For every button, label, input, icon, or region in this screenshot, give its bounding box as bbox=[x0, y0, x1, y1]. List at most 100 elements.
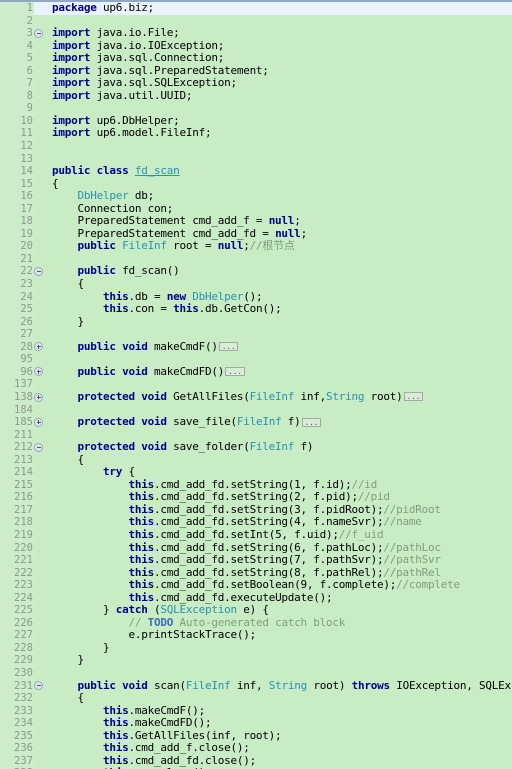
collapsed-code-placeholder[interactable]: ... bbox=[301, 417, 322, 427]
token-kw: null bbox=[268, 215, 295, 228]
code-text: protected void save_file(FileInf f)... bbox=[48, 416, 512, 429]
line-number: 222 bbox=[0, 566, 34, 580]
plus-circle-icon[interactable] bbox=[34, 367, 43, 377]
code-line[interactable]: 236 this.cmd_add_f.close(); bbox=[0, 742, 512, 755]
code-line[interactable]: 224 this.cmd_add_fd.executeUpdate(); bbox=[0, 591, 512, 605]
code-line[interactable]: 12 bbox=[0, 140, 512, 153]
code-text: this.cmd_add_fd.setString(6, f.pathLoc);… bbox=[48, 542, 512, 555]
token-kw: this bbox=[128, 516, 154, 529]
code-line[interactable]: 27 bbox=[0, 328, 512, 341]
code-line[interactable]: 137 bbox=[0, 378, 512, 391]
code-text: { bbox=[48, 278, 512, 291]
code-line[interactable]: 16 DbHelper db; bbox=[0, 190, 512, 203]
code-line[interactable]: 221 this.cmd_add_fd.setString(7, f.pathS… bbox=[0, 554, 512, 567]
token-kw: this bbox=[128, 554, 154, 567]
code-line[interactable]: 230 bbox=[0, 666, 512, 680]
code-line[interactable]: 6 import java.sql.PreparedStatement; bbox=[0, 64, 512, 78]
plus-circle-icon[interactable] bbox=[34, 392, 43, 402]
token-cmt: //f_uid bbox=[338, 528, 384, 541]
line-number: 236 bbox=[0, 742, 34, 755]
code-line[interactable]: 213 { bbox=[0, 453, 512, 467]
code-line[interactable]: 9 bbox=[0, 102, 512, 115]
code-line[interactable]: 231 public void scan(FileInf inf, String… bbox=[0, 679, 512, 693]
code-line[interactable]: 211 bbox=[0, 428, 512, 442]
token-pl: .cmd_add_fd.setString(1, f.id); bbox=[153, 478, 352, 491]
code-line[interactable]: 17 Connection con; bbox=[0, 202, 512, 216]
code-line[interactable]: 3 import java.io.File; bbox=[0, 27, 512, 40]
code-line[interactable]: 212 protected void save_folder(FileInf f… bbox=[0, 441, 512, 454]
code-line[interactable]: 235 this.GetAllFiles(inf, root); bbox=[0, 729, 512, 743]
code-line[interactable]: 25 this.con = this.db.GetCon(); bbox=[0, 303, 512, 316]
token-pl: .cmd_add_fd.setBoolean(9, f.complete); bbox=[153, 579, 397, 592]
code-line[interactable]: 23 { bbox=[0, 278, 512, 291]
minus-circle-icon[interactable] bbox=[34, 267, 43, 277]
code-line[interactable]: 95 bbox=[0, 353, 512, 366]
code-line[interactable]: 11 import up6.model.FileInf; bbox=[0, 127, 512, 141]
token-kw: this bbox=[102, 704, 129, 717]
code-text: import java.sql.SQLException; bbox=[48, 77, 512, 90]
minus-circle-icon[interactable] bbox=[34, 28, 43, 38]
code-line[interactable]: 185 protected void save_file(FileInf f).… bbox=[0, 416, 512, 429]
line-number: 20 bbox=[0, 240, 34, 253]
plus-circle-icon[interactable] bbox=[34, 342, 43, 352]
code-line[interactable]: 8 import java.util.UUID; bbox=[0, 89, 512, 103]
code-text: PreparedStatement cmd_add_f = null; bbox=[48, 215, 512, 228]
code-line[interactable]: 15 { bbox=[0, 177, 512, 191]
collapsed-code-placeholder[interactable]: ... bbox=[225, 367, 245, 377]
code-line[interactable]: 216 this.cmd_add_fd.setString(2, f.pid);… bbox=[0, 491, 512, 504]
line-number: 223 bbox=[0, 579, 34, 592]
code-line[interactable]: 24 this.db = new DbHelper(); bbox=[0, 290, 512, 304]
code-line[interactable]: 20 public FileInf root = null;//根节点 bbox=[0, 240, 512, 253]
code-line[interactable]: 215 this.cmd_add_fd.setString(1, f.id);/… bbox=[0, 478, 512, 492]
code-line[interactable]: 5 import java.sql.Connection; bbox=[0, 52, 512, 65]
code-line[interactable]: 4 import java.io.IOException; bbox=[0, 39, 512, 53]
code-line[interactable]: 7 import java.sql.SQLException; bbox=[0, 77, 512, 90]
code-line[interactable]: 217 this.cmd_add_fd.setString(3, f.pidRo… bbox=[0, 503, 512, 517]
plus-circle-icon[interactable] bbox=[34, 417, 43, 427]
code-line[interactable]: 10 import up6.DbHelper; bbox=[0, 114, 512, 128]
code-line[interactable]: 232 { bbox=[0, 692, 512, 705]
token-type: String bbox=[268, 679, 308, 692]
code-line[interactable]: 222 this.cmd_add_fd.setString(8, f.pathR… bbox=[0, 566, 512, 580]
code-line[interactable]: 234 this.makeCmdFD(); bbox=[0, 717, 512, 730]
code-line[interactable]: 228 } bbox=[0, 641, 512, 655]
line-number: 184 bbox=[0, 403, 34, 417]
code-line[interactable]: 214 try { bbox=[0, 466, 512, 479]
code-line[interactable]: 26 } bbox=[0, 315, 512, 329]
code-line[interactable]: 220 this.cmd_add_fd.setString(6, f.pathL… bbox=[0, 541, 512, 555]
code-text: this.cmd_add_fd.setString(4, f.nameSvr);… bbox=[48, 516, 512, 529]
code-line[interactable]: 138 protected void GetAllFiles(FileInf i… bbox=[0, 390, 512, 404]
code-line[interactable]: 227 e.printStackTrace(); bbox=[0, 629, 512, 642]
minus-circle-icon[interactable] bbox=[34, 442, 43, 452]
minus-circle-icon[interactable] bbox=[34, 681, 43, 691]
line-number: 227 bbox=[0, 629, 34, 642]
token-pl: .cmd_add_fd.setString(2, f.pid); bbox=[153, 491, 358, 504]
code-line[interactable]: 96 public void makeCmdFD()... bbox=[0, 365, 512, 379]
code-line[interactable]: 21 bbox=[0, 252, 512, 266]
code-line[interactable]: 226 // TODO Auto-generated catch block bbox=[0, 616, 512, 630]
code-line[interactable]: 229 } bbox=[0, 654, 512, 667]
code-line[interactable]: 218 this.cmd_add_fd.setString(4, f.nameS… bbox=[0, 516, 512, 529]
code-line[interactable]: 1 package up6.biz; bbox=[0, 2, 512, 15]
token-pl: .cmd_add_fd.close(); bbox=[128, 754, 256, 767]
line-number: 185 bbox=[0, 416, 34, 429]
code-line[interactable]: 28 public void makeCmdF()... bbox=[0, 340, 512, 354]
code-line[interactable]: 2 bbox=[0, 14, 512, 28]
code-line[interactable]: 13 bbox=[0, 152, 512, 166]
token-type: SQLException bbox=[160, 604, 237, 617]
collapsed-code-placeholder[interactable]: ... bbox=[218, 342, 239, 352]
code-line[interactable]: 18 PreparedStatement cmd_add_f = null; bbox=[0, 215, 512, 228]
code-line[interactable]: 219 this.cmd_add_fd.setInt(5, f.uid);//f… bbox=[0, 528, 512, 542]
code-editor[interactable]: 1 package up6.biz; 2 3 import java.io.File; 4… bbox=[0, 0, 512, 769]
code-line[interactable]: 223 this.cmd_add_fd.setBoolean(9, f.comp… bbox=[0, 579, 512, 592]
code-line[interactable]: 22 public fd_scan() bbox=[0, 265, 512, 279]
code-line[interactable]: 233 this.makeCmdF(); bbox=[0, 704, 512, 718]
code-line[interactable]: 19 PreparedStatement cmd_add_fd = null; bbox=[0, 227, 512, 241]
collapsed-code-placeholder[interactable]: ... bbox=[403, 392, 424, 402]
token-type: FileInf bbox=[236, 416, 282, 429]
code-line[interactable]: 225 } catch (SQLException e) { bbox=[0, 604, 512, 617]
code-line[interactable]: 237 this.cmd_add_fd.close(); bbox=[0, 754, 512, 768]
token-kw: import bbox=[52, 77, 91, 90]
code-line[interactable]: 14 public class fd_scan bbox=[0, 165, 512, 178]
code-line[interactable]: 184 bbox=[0, 403, 512, 417]
